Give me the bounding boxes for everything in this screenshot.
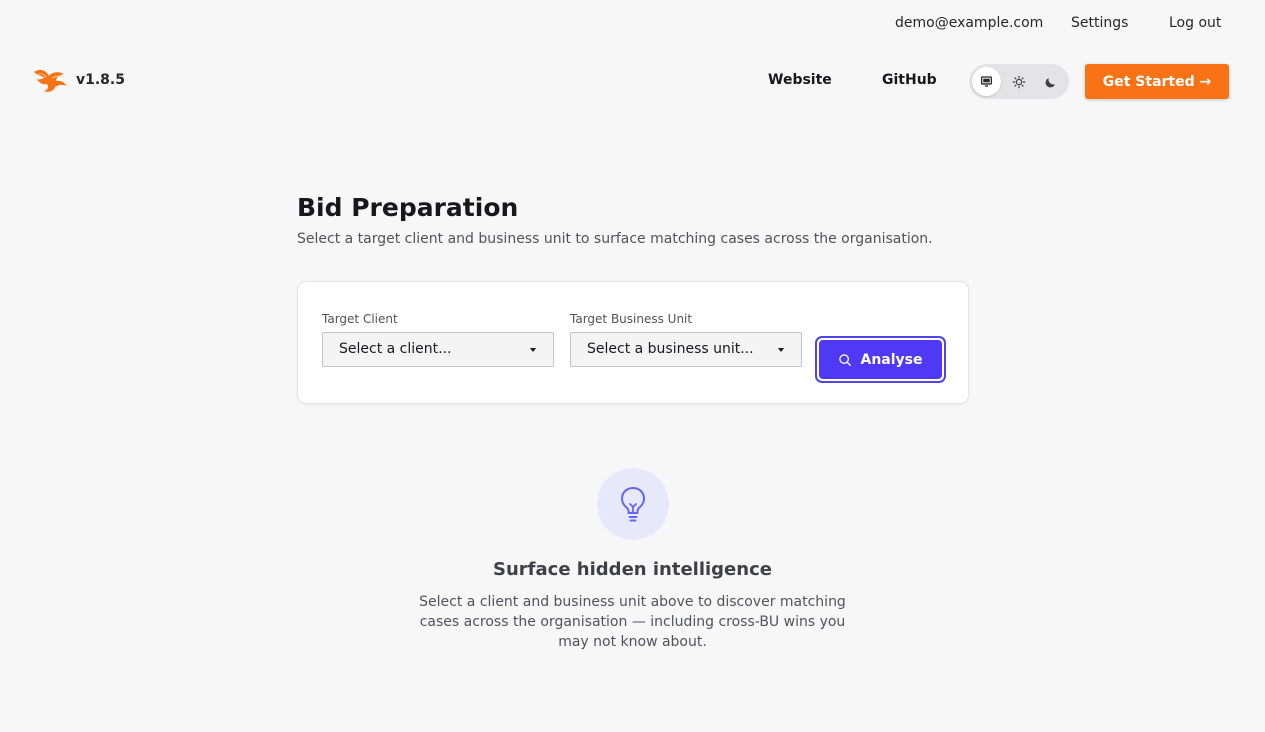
page-subtitle: Select a target client and business unit… bbox=[297, 231, 933, 247]
target-bu-value: Select a business unit... bbox=[587, 341, 754, 357]
target-client-select[interactable]: Select a client... bbox=[322, 332, 554, 367]
target-client-label: Target Client bbox=[322, 312, 398, 326]
bid-form-card: Target Client Select a client... Target … bbox=[297, 281, 969, 404]
navbar: v1.8.5 Website GitHub Get Started → bbox=[0, 62, 1265, 100]
theme-system-button[interactable] bbox=[972, 67, 1001, 96]
chevron-down-icon bbox=[530, 348, 536, 352]
analyse-focus-ring: Analyse bbox=[815, 336, 946, 383]
target-bu-label: Target Business Unit bbox=[570, 312, 693, 326]
theme-light-button[interactable] bbox=[1004, 67, 1033, 96]
search-icon bbox=[839, 353, 852, 366]
sun-icon bbox=[1012, 75, 1025, 88]
top-bar: demo@example.com Settings Log out bbox=[0, 0, 1265, 48]
monitor-icon bbox=[980, 76, 993, 87]
analyse-button[interactable]: Analyse bbox=[819, 340, 942, 379]
moon-icon bbox=[1045, 77, 1055, 87]
logout-link[interactable]: Log out bbox=[1169, 15, 1221, 31]
phoenix-logo-icon[interactable] bbox=[32, 66, 68, 94]
theme-toggle bbox=[969, 64, 1069, 99]
website-link[interactable]: Website bbox=[768, 72, 832, 88]
target-client-value: Select a client... bbox=[339, 341, 452, 357]
chevron-down-icon bbox=[778, 348, 784, 352]
analyse-label: Analyse bbox=[860, 351, 923, 368]
get-started-button[interactable]: Get Started → bbox=[1085, 64, 1229, 99]
empty-state-title: Surface hidden intelligence bbox=[493, 559, 772, 580]
version-label: v1.8.5 bbox=[76, 72, 125, 88]
settings-link[interactable]: Settings bbox=[1071, 15, 1128, 31]
target-bu-select[interactable]: Select a business unit... bbox=[570, 332, 802, 367]
theme-dark-button[interactable] bbox=[1036, 67, 1065, 96]
page-title: Bid Preparation bbox=[297, 193, 519, 222]
user-email-link[interactable]: demo@example.com bbox=[895, 15, 1043, 31]
lightbulb-icon bbox=[620, 486, 646, 522]
github-link[interactable]: GitHub bbox=[882, 72, 937, 88]
lightbulb-icon-badge bbox=[597, 468, 669, 540]
empty-state-description: Select a client and business unit above … bbox=[419, 594, 846, 650]
